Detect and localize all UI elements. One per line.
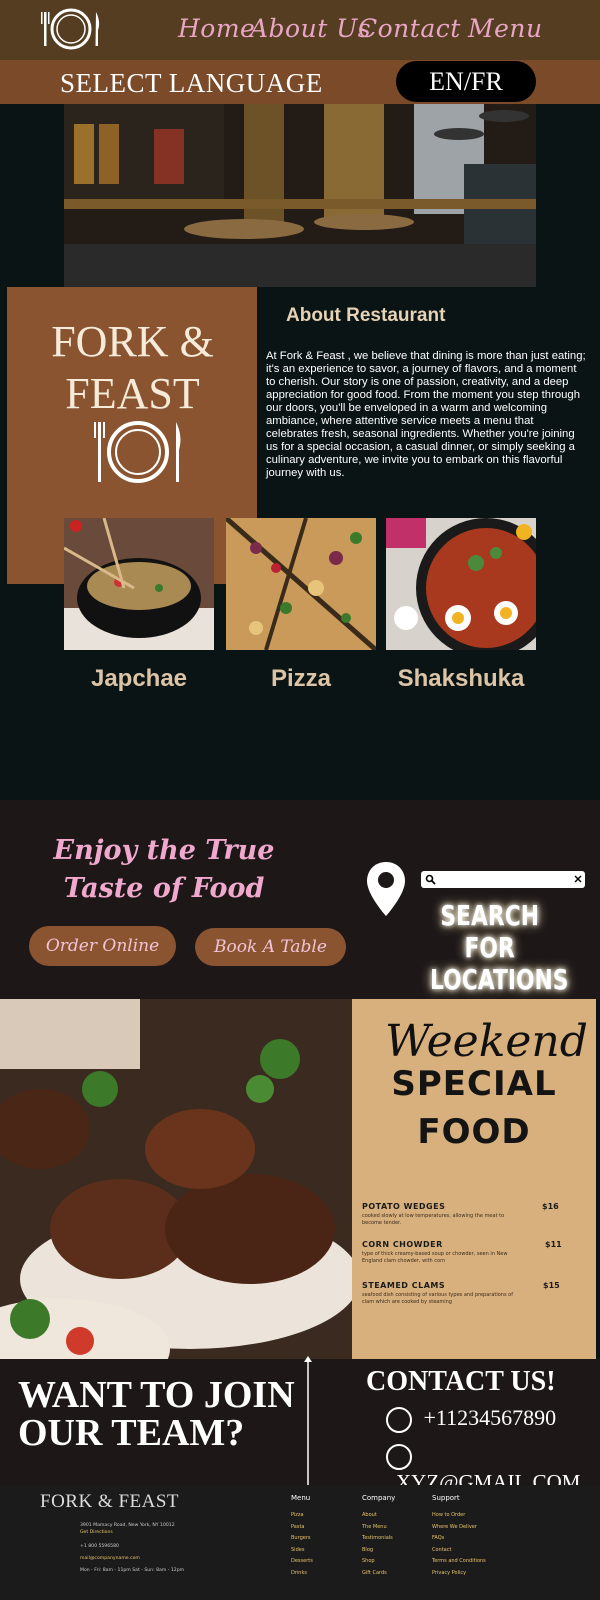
grilled-meat-image — [0, 999, 352, 1359]
footer-support-links: How to Order Where We Deliver FAQs Conta… — [432, 1512, 486, 1581]
footer-col-title-company: Company — [362, 1494, 396, 1502]
footer-link[interactable]: How to Order — [432, 1512, 486, 1524]
footer-link[interactable]: Desserts — [291, 1558, 313, 1570]
weekend-script: Weekend — [385, 1016, 588, 1067]
about-title: About Restaurant — [286, 305, 446, 326]
menu-item-price: $16 — [542, 1202, 559, 1211]
footer-phone: +1 800 5596580 — [80, 1544, 119, 1549]
footer-link[interactable]: Testimonials — [362, 1535, 393, 1547]
dish-name-shakshuka: Shakshuka — [397, 665, 525, 692]
book-table-button[interactable]: Book A Table — [195, 928, 346, 966]
email-icon — [386, 1444, 412, 1471]
footer-link[interactable]: Gift Cards — [362, 1570, 393, 1582]
brand-line-2: FEAST — [65, 369, 200, 418]
footer-link[interactable]: Pasta — [291, 1524, 313, 1536]
footer-link[interactable]: About — [362, 1512, 393, 1524]
restaurant-hero-image — [64, 104, 536, 287]
footer-menu-links: Pizza Pasta Burgers Sides Desserts Drink… — [291, 1512, 313, 1581]
location-search-input[interactable] — [421, 871, 585, 888]
plate-logo-icon[interactable] — [40, 8, 102, 50]
shakshuka-image — [386, 518, 536, 650]
dish-name-japchae: Japchae — [90, 665, 188, 692]
footer-link[interactable]: Pizza — [291, 1512, 313, 1524]
footer-address: 3901 Mamacy Road, New York, NY 10012 — [80, 1523, 175, 1528]
phone-number: +11234567890 — [423, 1405, 557, 1430]
menu-item-name: CORN CHOWDER — [362, 1240, 443, 1249]
plate-cutlery-icon — [94, 421, 181, 483]
footer-brand: FORK & FEAST — [40, 1491, 180, 1512]
food-title: FOOD — [417, 1112, 531, 1152]
footer-link[interactable]: Shop — [362, 1558, 393, 1570]
footer-link[interactable]: FAQs — [432, 1535, 486, 1547]
map-pin-icon — [367, 862, 405, 916]
phone-icon — [386, 1406, 412, 1433]
footer-email[interactable]: mail@companyname.com — [80, 1556, 140, 1561]
special-title: SPECIAL — [391, 1064, 557, 1104]
footer-link[interactable]: Blog — [362, 1547, 393, 1559]
dish-name-pizza: Pizza — [270, 665, 332, 692]
join-line-1: WANT TO JOIN — [18, 1374, 295, 1416]
nav-menu[interactable]: Menu — [468, 14, 543, 43]
footer-link[interactable]: Sides — [291, 1547, 313, 1559]
footer-hours: Mon - Fri: 8am - 11pm Sat - Sun: 8am - 1… — [80, 1568, 185, 1573]
brand-line-1: FORK & — [51, 317, 214, 366]
about-body: At Fork & Feast , we believe that dining… — [266, 350, 586, 479]
nav-about-us[interactable]: About Us — [250, 14, 371, 43]
join-line-2: OUR TEAM? — [18, 1412, 245, 1454]
footer-col-title-menu: Menu — [291, 1494, 311, 1502]
join-team-title[interactable]: WANT TO JOIN OUR TEAM? — [18, 1376, 295, 1452]
footer-link[interactable]: Contact — [432, 1547, 486, 1559]
footer-link[interactable]: Where We Deliver — [432, 1524, 486, 1536]
clear-icon[interactable] — [574, 875, 582, 883]
menu-item-price: $11 — [545, 1240, 562, 1249]
pizza-image — [226, 518, 376, 650]
footer-directions-link[interactable]: Get Directions — [80, 1530, 113, 1535]
footer-link[interactable]: Burgers — [291, 1535, 313, 1547]
menu-item-price: $15 — [543, 1281, 560, 1290]
footer-link[interactable]: Drinks — [291, 1570, 313, 1582]
footer-company-links: About The Menu Testimonials Blog Shop Gi… — [362, 1512, 393, 1581]
language-label: SELECT LANGUAGE — [60, 68, 323, 98]
divider-arrow — [304, 1356, 312, 1492]
menu-item-name: STEAMED CLAMS — [362, 1281, 446, 1290]
footer-col-title-support: Support — [432, 1494, 460, 1502]
nav-contact[interactable]: Contact — [358, 14, 461, 43]
menu-item-desc: cooked slowly at low temperatures, allow… — [362, 1213, 505, 1226]
language-toggle-button[interactable]: EN/FR — [396, 61, 536, 102]
taste-title: Enjoy the True Taste of Food — [53, 835, 275, 904]
search-locations-label[interactable]: SEARCH FOR LOCATIONS — [430, 900, 569, 996]
contact-title: CONTACT US! — [366, 1366, 556, 1397]
footer-link[interactable]: Privacy Policy — [432, 1570, 486, 1582]
search-icon — [425, 874, 436, 885]
footer-link[interactable]: Terms and Conditions — [432, 1558, 486, 1570]
menu-item-desc: type of thick creamy-based soup or chowd… — [362, 1251, 508, 1264]
menu-item-desc: seafood dish consisting of various types… — [362, 1292, 513, 1305]
brand-title: FORK & FEAST — [20, 316, 245, 420]
japchae-image — [64, 518, 214, 650]
phone-row[interactable]: +11234567890 — [386, 1405, 556, 1433]
nav-home[interactable]: Home — [178, 14, 255, 43]
menu-item-name: POTATO WEDGES — [362, 1202, 446, 1211]
order-online-button[interactable]: Order Online — [29, 926, 176, 966]
footer-link[interactable]: The Menu — [362, 1524, 393, 1536]
